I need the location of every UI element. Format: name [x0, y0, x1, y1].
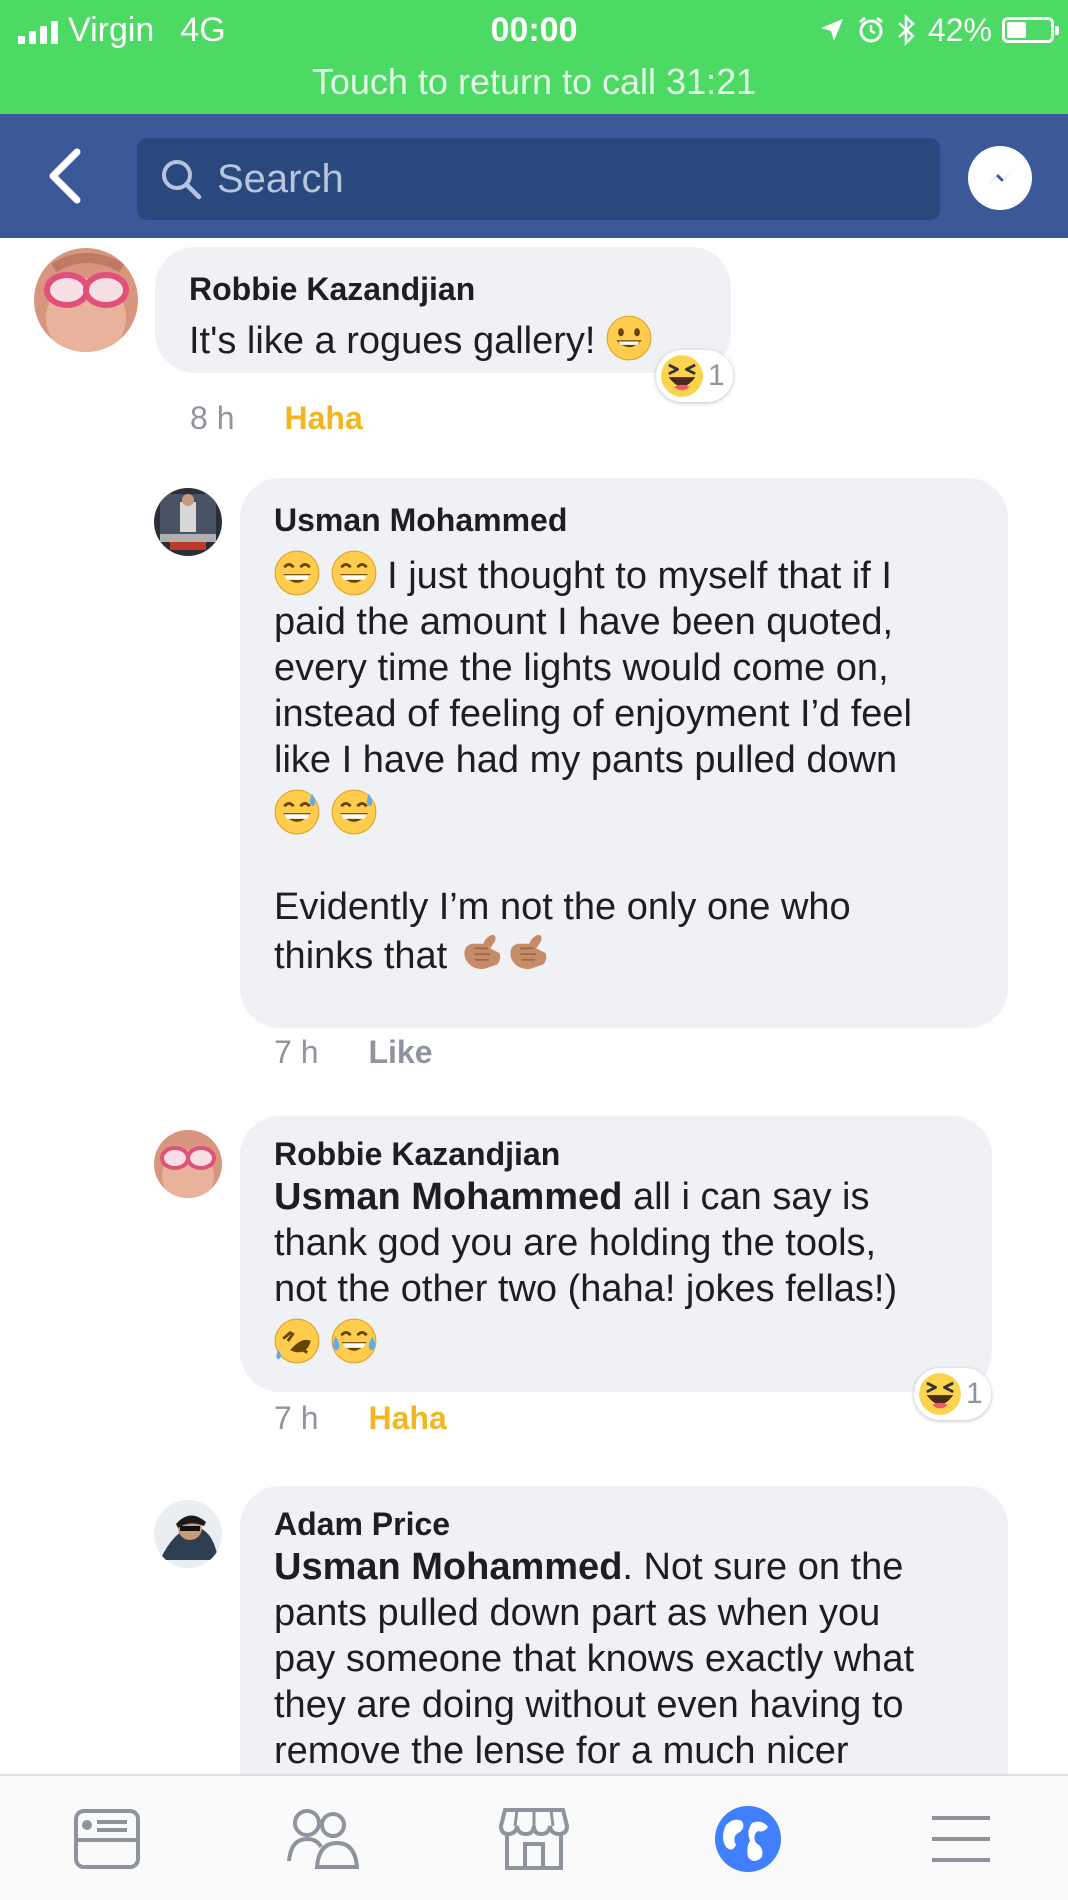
comment-author[interactable]: Robbie Kazandjian — [189, 269, 697, 309]
comment-meta: 7 h Haha — [274, 1400, 447, 1437]
back-button[interactable] — [30, 136, 100, 216]
comment-text-line: not the other two (haha! jokes fellas!) — [274, 1268, 898, 1310]
comment-text-line: pants pulled down part as when you — [274, 1592, 881, 1634]
comment-time: 7 h — [274, 1400, 319, 1436]
avatar[interactable] — [154, 488, 222, 556]
reaction-action-button[interactable]: Haha — [284, 400, 362, 437]
alarm-icon — [859, 16, 883, 43]
call-me-hand-emoji-icon — [509, 933, 547, 970]
reaction-count: 1 — [708, 359, 725, 392]
location-arrow-icon — [820, 19, 843, 41]
bottom-tab-bar — [0, 1774, 1068, 1900]
status-icons: 42% — [818, 10, 1059, 50]
comment-bubble[interactable]: Adam Price Usman Mohammed. Not sure on t… — [240, 1486, 1008, 1774]
comment-text-line: remove the lense for a much nicer — [274, 1730, 849, 1772]
like-button[interactable]: Like — [368, 1034, 432, 1071]
search-icon — [162, 160, 202, 200]
comment-reply: Usman Mohammed I just thought to myself … — [0, 478, 1068, 1071]
comment-text-line: . Not sure on the — [622, 1546, 904, 1588]
comment-text-line: all i can say is — [622, 1176, 870, 1218]
grinning-emoji-icon — [330, 550, 377, 596]
navigation-bar: Search — [0, 114, 1068, 238]
comment-reply: Robbie Kazandjian Usman Mohammed all i c… — [0, 1116, 1068, 1446]
sweat-smile-emoji-icon — [330, 789, 377, 835]
comment-bubble[interactable]: Robbie Kazandjian Usman Mohammed all i c… — [240, 1116, 992, 1392]
messenger-icon — [988, 170, 1012, 186]
friends-icon — [287, 1809, 359, 1869]
comment-text-line: thinks that — [274, 935, 448, 977]
search-placeholder: Search — [217, 156, 344, 201]
status-bar[interactable]: Virgin 4G 00:00 42% Touch to return to c… — [0, 0, 1068, 114]
comment-text-line: paid the amount I have been quoted, — [274, 601, 894, 643]
comment-reply: Adam Price Usman Mohammed. Not sure on t… — [0, 1486, 1068, 1774]
reaction-count: 1 — [966, 1377, 983, 1410]
back-chevron-icon — [49, 148, 81, 204]
comment-text-line: pay someone that knows exactly what — [274, 1638, 915, 1680]
battery-percent: 42% — [927, 11, 992, 48]
comment-author[interactable]: Adam Price — [274, 1504, 974, 1544]
comment: Robbie Kazandjian It's like a rogues gal… — [0, 238, 1068, 438]
bluetooth-icon — [898, 14, 915, 46]
notifications-globe-icon — [715, 1806, 781, 1872]
rofl-emoji-icon — [274, 1318, 320, 1364]
menu-icon — [932, 1816, 990, 1862]
comment-text-line: I just thought to myself that if I — [387, 555, 892, 597]
smiling-emoji-icon — [606, 315, 652, 361]
comment-thread: Robbie Kazandjian It's like a rogues gal… — [0, 238, 1068, 1774]
avatar[interactable] — [154, 1500, 222, 1568]
comment-author[interactable]: Usman Mohammed — [274, 500, 974, 540]
marketplace-icon — [499, 1808, 569, 1870]
tab-notifications[interactable] — [703, 1794, 793, 1884]
return-to-call-banner[interactable]: Touch to return to call 31:21 — [0, 60, 1068, 104]
tab-friends[interactable] — [278, 1794, 368, 1884]
reaction-count-badge[interactable]: 1 — [656, 350, 733, 402]
comment-author[interactable]: Robbie Kazandjian — [274, 1134, 958, 1174]
search-input[interactable]: Search — [137, 138, 940, 220]
call-me-hand-emoji-icon — [463, 933, 501, 970]
grinning-emoji-icon — [274, 550, 320, 596]
comment-text: It's like a rogues gallery! — [189, 320, 596, 362]
avatar[interactable] — [154, 1130, 222, 1198]
comment-text-line: Evidently I’m not the only one who — [274, 886, 851, 928]
reaction-count-badge[interactable]: 1 — [914, 1368, 991, 1420]
mentioned-user-link[interactable]: Usman Mohammed — [274, 1546, 622, 1588]
screen: Virgin 4G 00:00 42% Touch to return to c… — [0, 0, 1068, 1900]
tab-marketplace[interactable] — [489, 1794, 579, 1884]
messenger-button[interactable] — [968, 146, 1032, 210]
avatar[interactable] — [34, 248, 138, 352]
comment-meta: 7 h Like — [274, 1034, 433, 1071]
comment-text-line: they are doing without even having to — [274, 1684, 904, 1726]
comment-text-line: every time the lights would come on, — [274, 647, 889, 689]
comment-bubble[interactable]: Robbie Kazandjian It's like a rogues gal… — [155, 247, 731, 373]
tears-of-joy-emoji-icon — [330, 1318, 377, 1364]
haha-reaction-icon — [660, 354, 704, 398]
sweat-smile-emoji-icon — [274, 789, 320, 835]
comment-time: 7 h — [274, 1034, 319, 1070]
haha-reaction-icon — [918, 1372, 962, 1416]
comment-text-line: like I have had my pants pulled down — [274, 739, 898, 781]
tab-menu[interactable] — [916, 1794, 1006, 1884]
comment-meta: 8 h Haha — [190, 400, 363, 437]
comment-bubble[interactable]: Usman Mohammed I just thought to myself … — [240, 478, 1008, 1028]
reaction-action-button[interactable]: Haha — [368, 1400, 446, 1437]
comment-time: 8 h — [190, 400, 235, 436]
comment-text-line: thank god you are holding the tools, — [274, 1222, 877, 1264]
battery-icon — [1002, 17, 1059, 43]
tab-news-feed[interactable] — [62, 1794, 152, 1884]
comment-text-line: instead of feeling of enjoyment I’d feel — [274, 693, 912, 735]
news-feed-icon — [74, 1809, 140, 1869]
mentioned-user-link[interactable]: Usman Mohammed — [274, 1176, 622, 1218]
